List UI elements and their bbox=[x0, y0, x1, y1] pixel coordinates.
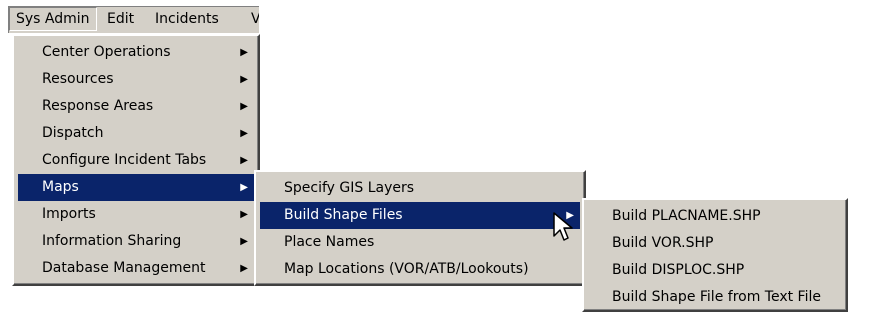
menu-item-build-shape-file-from-text-file[interactable]: Build Shape File from Text File bbox=[588, 284, 842, 311]
arrow-right-icon: ▶ bbox=[240, 263, 248, 274]
menu-item-build-vor-shp[interactable]: Build VOR.SHP bbox=[588, 230, 842, 257]
menubar-sys-admin[interactable]: Sys Admin bbox=[9, 7, 97, 31]
menu-item-label: Map Locations (VOR/ATB/Lookouts) bbox=[284, 261, 529, 277]
menu-item-label: Database Management bbox=[42, 260, 206, 276]
menu-item-label: Specify GIS Layers bbox=[284, 180, 415, 196]
menu-item-map-locations[interactable]: Map Locations (VOR/ATB/Lookouts) bbox=[260, 256, 580, 283]
menu-item-label: Build DISPLOC.SHP bbox=[612, 262, 745, 278]
menu-item-center-operations[interactable]: Center Operations ▶ bbox=[18, 39, 254, 66]
menu-item-label: Build Shape File from Text File bbox=[612, 289, 821, 305]
arrow-right-icon: ▶ bbox=[240, 128, 248, 139]
menu-item-label: Center Operations bbox=[42, 44, 171, 60]
sys-admin-menu: Center Operations ▶ Resources ▶ Response… bbox=[12, 34, 260, 286]
menu-item-build-shape-files[interactable]: Build Shape Files ▶ bbox=[260, 202, 580, 229]
arrow-right-icon: ▶ bbox=[240, 155, 248, 166]
menu-item-dispatch[interactable]: Dispatch ▶ bbox=[18, 120, 254, 147]
menu-item-label: Dispatch bbox=[42, 125, 104, 141]
maps-submenu: Specify GIS Layers Build Shape Files ▶ P… bbox=[254, 170, 586, 286]
menu-item-label: Imports bbox=[42, 206, 96, 222]
menu-bar: Sys Admin Edit Incidents V bbox=[8, 6, 259, 33]
menu-item-label: Build Shape Files bbox=[284, 207, 403, 223]
menu-item-label: Place Names bbox=[284, 234, 375, 250]
menu-item-label: Build VOR.SHP bbox=[612, 235, 714, 251]
menubar-edit[interactable]: Edit bbox=[101, 7, 140, 31]
build-shape-files-submenu: Build PLACNAME.SHP Build VOR.SHP Build D… bbox=[582, 198, 848, 312]
menu-item-label: Information Sharing bbox=[42, 233, 182, 249]
menu-item-build-placname-shp[interactable]: Build PLACNAME.SHP bbox=[588, 203, 842, 230]
mouse-pointer-icon bbox=[553, 212, 573, 241]
menu-item-label: Resources bbox=[42, 71, 114, 87]
arrow-right-icon: ▶ bbox=[240, 209, 248, 220]
menu-item-imports[interactable]: Imports ▶ bbox=[18, 201, 254, 228]
arrow-right-icon: ▶ bbox=[240, 101, 248, 112]
menu-item-maps[interactable]: Maps ▶ bbox=[18, 174, 254, 201]
arrow-right-icon: ▶ bbox=[240, 182, 248, 193]
arrow-right-icon: ▶ bbox=[240, 236, 248, 247]
menu-item-configure-incident-tabs[interactable]: Configure Incident Tabs ▶ bbox=[18, 147, 254, 174]
menu-item-label: Configure Incident Tabs bbox=[42, 152, 207, 168]
menu-item-label: Response Areas bbox=[42, 98, 154, 114]
menu-item-place-names[interactable]: Place Names bbox=[260, 229, 580, 256]
menu-item-label: Maps bbox=[42, 179, 79, 195]
menu-item-specify-gis-layers[interactable]: Specify GIS Layers bbox=[260, 175, 580, 202]
arrow-right-icon: ▶ bbox=[240, 74, 248, 85]
menu-item-resources[interactable]: Resources ▶ bbox=[18, 66, 254, 93]
menu-item-build-disploc-shp[interactable]: Build DISPLOC.SHP bbox=[588, 257, 842, 284]
arrow-right-icon: ▶ bbox=[240, 47, 248, 58]
menubar-v[interactable]: V bbox=[245, 7, 259, 31]
menubar-incidents[interactable]: Incidents bbox=[149, 7, 225, 31]
menu-item-database-management[interactable]: Database Management ▶ bbox=[18, 255, 254, 282]
menu-item-information-sharing[interactable]: Information Sharing ▶ bbox=[18, 228, 254, 255]
menu-item-response-areas[interactable]: Response Areas ▶ bbox=[18, 93, 254, 120]
menu-item-label: Build PLACNAME.SHP bbox=[612, 208, 761, 224]
